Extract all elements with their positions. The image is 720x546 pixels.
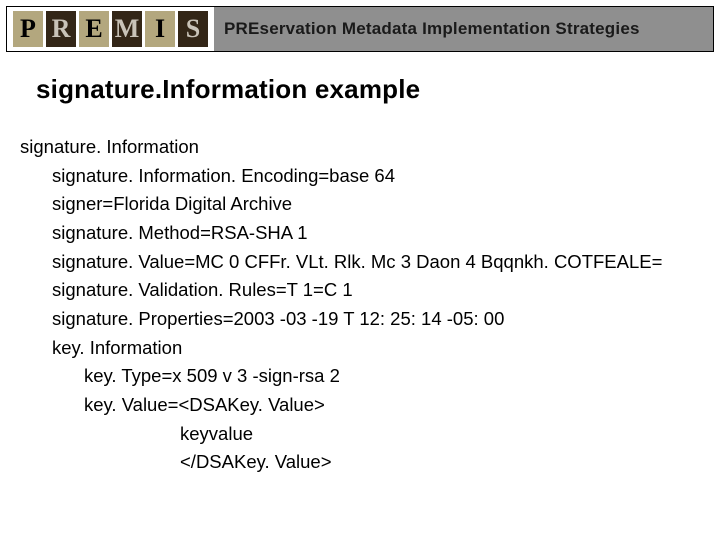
code-line: signer=Florida Digital Archive	[20, 190, 720, 219]
code-line: key. Information	[20, 334, 720, 363]
logo-letter-r: R	[46, 11, 76, 47]
code-line: signature. Validation. Rules=T 1=C 1	[20, 276, 720, 305]
strap-text: PREservation Metadata Implementation Str…	[224, 19, 640, 39]
code-line: signature. Information	[20, 133, 720, 162]
slide-title: signature.Information example	[36, 74, 720, 105]
example-block: signature. Informationsignature. Informa…	[20, 133, 720, 477]
premis-logo: P R E M I S	[13, 7, 208, 51]
logo-letter-e: E	[79, 11, 109, 47]
logo-letter-m: M	[112, 11, 142, 47]
header-strapline: PREservation Metadata Implementation Str…	[214, 7, 713, 51]
code-line: key. Value=<DSAKey. Value>	[20, 391, 720, 420]
code-line: signature. Method=RSA-SHA 1	[20, 219, 720, 248]
logo-letter-i: I	[145, 11, 175, 47]
code-line: </DSAKey. Value>	[20, 448, 720, 477]
logo-letter-p: P	[13, 11, 43, 47]
code-line: signature. Information. Encoding=base 64	[20, 162, 720, 191]
code-line: keyvalue	[20, 420, 720, 449]
code-line: key. Type=x 509 v 3 -sign-rsa 2	[20, 362, 720, 391]
logo-area: P R E M I S	[7, 7, 214, 51]
code-line: signature. Properties=2003 -03 -19 T 12:…	[20, 305, 720, 334]
code-line: signature. Value=MC 0 CFFr. VLt. Rlk. Mc…	[20, 248, 720, 277]
logo-letter-s: S	[178, 11, 208, 47]
header-bar: P R E M I S PREservation Metadata Implem…	[6, 6, 714, 52]
